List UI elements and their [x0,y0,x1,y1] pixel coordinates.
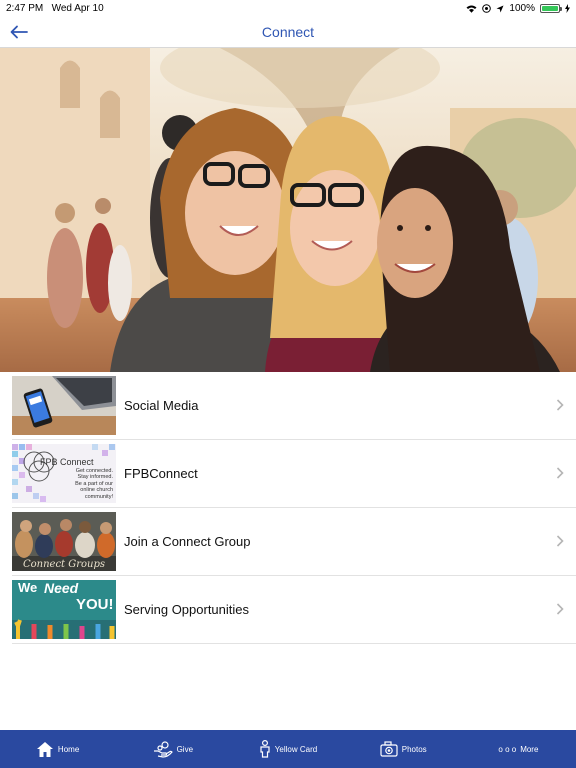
person-icon [260,740,270,758]
navigation-bar: Connect [0,16,576,48]
list-item-social-media[interactable]: Social Media [12,372,576,440]
connect-groups-thumb-caption: Connect Groups [22,559,106,570]
status-date: Wed Apr 10 [51,3,104,14]
thumb-line: online church [80,487,113,494]
more-dots-icon: o o o [498,744,517,754]
camera-icon [380,741,398,757]
tab-photos[interactable]: Photos [346,730,461,768]
fpbconnect-thumb-text: Get connected. Stay informed. Be a part … [75,468,113,500]
give-hand-icon [153,740,173,758]
status-bar: 2:47 PM Wed Apr 10 100% [0,0,576,16]
tab-label: More [520,744,539,754]
hero-photo-illustration [0,48,576,372]
tab-home[interactable]: Home [0,730,115,768]
battery-percent: 100% [509,3,535,14]
fpbconnect-thumbnail: FPB Connect Get connected. Stay informed… [12,444,116,503]
tab-give[interactable]: Give [115,730,230,768]
we-need-you-thumb-need: Need [44,580,79,596]
chevron-right-icon [556,535,564,547]
list-item-label: FPBConnect [124,466,198,481]
chevron-right-icon [556,603,564,615]
list-item-fpbconnect[interactable]: FPB Connect Get connected. Stay informed… [12,440,576,508]
page-title: Connect [261,24,315,40]
home-icon [36,741,53,757]
charging-bolt-icon [565,4,570,13]
tab-yellow-card[interactable]: Yellow Card [230,730,345,768]
tab-bar: Home Give Yellow Card Photos o o o More [0,730,576,768]
we-need-you-thumb-you: YOU! [76,596,114,613]
connect-groups-thumbnail: Connect Groups [12,512,116,571]
tab-label: Yellow Card [274,744,318,754]
chevron-right-icon [556,467,564,479]
hero-photo [0,48,576,372]
status-time-date: 2:47 PM Wed Apr 10 [6,3,104,14]
status-time: 2:47 PM [6,3,44,14]
battery-icon [540,4,562,13]
we-need-you-thumb-we: We [18,580,38,595]
list-item-serving-opportunities[interactable]: We Need YOU! Serving Opportunities [12,576,576,644]
tab-label: Home [57,744,80,754]
tab-more[interactable]: o o o More [461,730,576,768]
thumb-line: Stay informed. [77,474,113,481]
we-need-you-thumbnail: We Need YOU! [12,580,116,639]
wifi-icon [466,5,477,13]
location-lock-icon [482,4,492,13]
list-item-label: Serving Opportunities [124,602,250,617]
status-indicators: 100% [466,3,570,14]
list-item-join-connect-group[interactable]: Connect Groups Join a Connect Group [12,508,576,576]
fpbconnect-thumb-title: FPB Connect [40,457,94,467]
thumb-line: community! [84,493,113,500]
social-media-thumbnail [12,376,116,435]
list-item-label: Join a Connect Group [124,534,251,549]
tab-label: Give [176,744,194,754]
chevron-right-icon [556,399,564,411]
tab-label: Photos [401,744,427,754]
location-arrow-icon [496,5,504,12]
connect-list: Social Media FPB Connect Get connected. … [0,372,576,644]
list-item-label: Social Media [124,398,199,413]
